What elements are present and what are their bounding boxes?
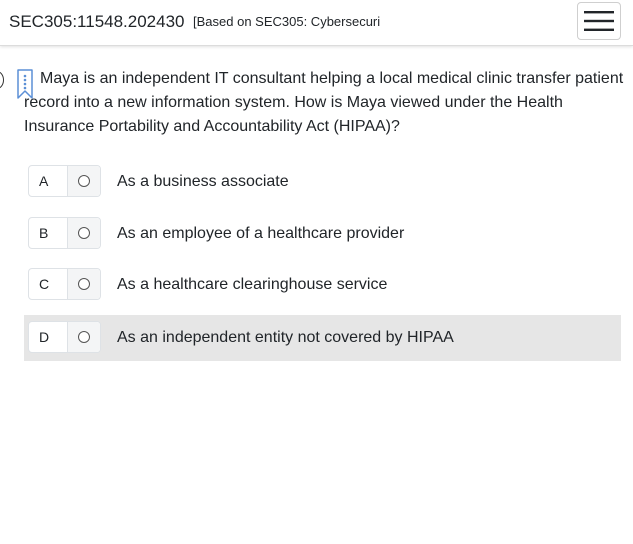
radio-button[interactable]: [78, 227, 90, 239]
course-code: SEC305:11548.202430: [9, 12, 185, 31]
option-letter: A: [29, 166, 68, 196]
answer-option-b[interactable]: B As an employee of a healthcare provide…: [24, 211, 621, 257]
question-text: Maya is an independent IT consultant hel…: [24, 70, 624, 135]
radio-button[interactable]: [78, 331, 90, 343]
option-selector[interactable]: C: [28, 268, 101, 300]
option-letter: C: [29, 269, 68, 299]
option-letter: D: [29, 322, 68, 352]
radio-button[interactable]: [78, 175, 90, 187]
course-subtitle: [Based on SEC305: Cybersecuri: [193, 14, 381, 29]
back-icon[interactable]: ): [0, 11, 4, 31]
option-letter: B: [29, 218, 68, 248]
option-text: As a healthcare clearinghouse service: [117, 276, 388, 293]
radio-button[interactable]: [78, 278, 90, 290]
menu-button[interactable]: [577, 2, 621, 40]
top-bar: ) SEC305:11548.202430 [Based on SEC305: …: [0, 0, 633, 46]
option-selector[interactable]: A: [28, 165, 101, 197]
answer-option-d[interactable]: D As an independent entity not covered b…: [24, 315, 621, 361]
option-text: As an independent entity not covered by …: [117, 329, 454, 346]
option-selector[interactable]: D: [28, 321, 101, 353]
answer-option-a[interactable]: A As a business associate: [24, 159, 621, 205]
answer-option-c[interactable]: C As a healthcare clearinghouse service: [24, 262, 621, 308]
option-selector[interactable]: B: [28, 217, 101, 249]
option-text: As a business associate: [117, 173, 289, 190]
hamburger-menu-icon: [584, 11, 614, 31]
option-text: As an employee of a healthcare provider: [117, 225, 405, 242]
question-status-icon: [0, 71, 4, 89]
